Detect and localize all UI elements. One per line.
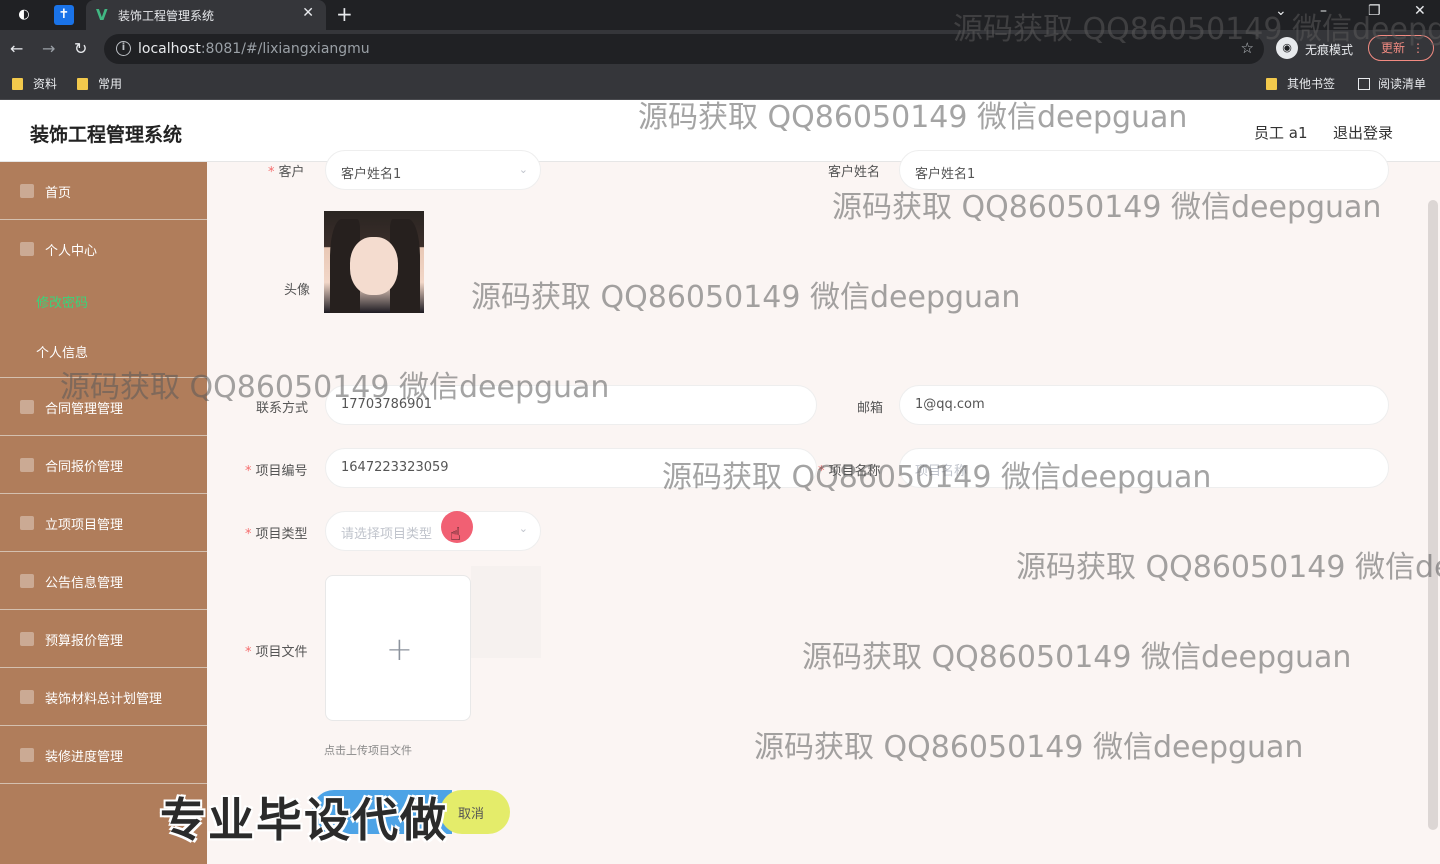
url-text: localhost:8081/#/lixiangxiangmu [138, 41, 370, 57]
budget-icon [20, 632, 34, 646]
browser-tab-bar: ◐ ✝ V 装饰工程管理系统 ✕ + ⌄ – ❐ ✕ [0, 0, 1440, 30]
progress-icon [20, 748, 34, 762]
chevron-down-icon: ⌄ [518, 163, 528, 176]
notice-icon [20, 574, 34, 588]
customer-select[interactable]: 客户姓名1 ⌄ [325, 150, 541, 190]
upload-shadow [471, 566, 541, 658]
sidebar-item-contract-quote[interactable]: 合同报价管理 [0, 436, 207, 494]
customer-name-field[interactable]: 客户姓名1 [899, 150, 1389, 190]
sidebar-item-label: 合同管理管理 [45, 402, 124, 417]
sidebar-item-notice[interactable]: 公告信息管理 [0, 552, 207, 610]
new-tab-icon[interactable]: + [336, 2, 353, 26]
sidebar-item-project[interactable]: 立项项目管理 [0, 494, 207, 552]
project-no-label: * 项目编号 [245, 464, 308, 479]
back-icon[interactable]: ← [10, 39, 23, 58]
contact-label: 联系方式 [256, 401, 309, 416]
other-bookmarks[interactable]: 其他书签 [1266, 75, 1335, 92]
url-field[interactable]: i localhost:8081/#/lixiangxiangmu ☆ [104, 34, 1264, 64]
current-user: 员工 a1 [1254, 124, 1308, 142]
sidebar-subitem-change-password[interactable]: 修改密码 [36, 292, 88, 311]
home-icon [20, 184, 34, 198]
sidebar-item-contract[interactable]: 合同管理管理 [0, 378, 207, 436]
browser-profile-icon[interactable]: ◐ [14, 5, 34, 25]
avatar [324, 211, 424, 313]
tab-title: 装饰工程管理系统 [118, 9, 215, 23]
menu-dots-icon: ⋮ [1412, 41, 1424, 55]
hand-cursor-icon: ☝ [450, 524, 461, 545]
address-bar: ← → ↻ i localhost:8081/#/lixiangxiangmu … [0, 30, 1440, 68]
project-no-field[interactable]: 1647223323059 [325, 448, 817, 488]
project-type-select[interactable]: 请选择项目类型 ⌄ [325, 511, 541, 551]
contact-field[interactable]: 17703786901 [325, 385, 817, 425]
email-label: 邮箱 [857, 401, 884, 416]
plus-icon: + [386, 630, 413, 668]
upload-tip: 点击上传项目文件 [324, 744, 412, 757]
site-info-icon[interactable]: i [116, 41, 131, 56]
bookmark-star-icon[interactable]: ☆ [1241, 39, 1254, 57]
sidebar-item-personal-center[interactable]: 个人中心 修改密码 个人信息 [0, 220, 207, 378]
sidebar-item-label: 立项项目管理 [45, 518, 124, 533]
customer-name-label: 客户姓名 [828, 165, 881, 180]
active-tab[interactable]: V 装饰工程管理系统 ✕ [86, 0, 326, 30]
logout-button[interactable]: 退出登录 [1333, 122, 1393, 143]
sidebar-item-label: 装饰材料总计划管理 [45, 692, 163, 707]
project-name-label: * 项目名称 [818, 464, 881, 479]
sidebar-item-progress[interactable]: 装修进度管理 [0, 726, 207, 784]
reload-icon[interactable]: ↻ [74, 39, 87, 58]
sidebar-item-label: 首页 [45, 186, 72, 201]
sidebar-item-budget[interactable]: 预算报价管理 [0, 610, 207, 668]
email-field[interactable]: 1@qq.com [899, 385, 1389, 425]
sidebar-subitem-profile[interactable]: 个人信息 [36, 342, 88, 361]
promo-banner: 专业毕设代做 [160, 793, 448, 847]
project-type-label: * 项目类型 [245, 527, 308, 542]
sidebar-item-label: 合同报价管理 [45, 460, 124, 475]
update-button[interactable]: 更新 ⋮ [1368, 35, 1434, 61]
sidebar-item-label: 装修进度管理 [45, 750, 124, 765]
cancel-button[interactable]: 取消 [440, 790, 510, 834]
app-title: 装饰工程管理系统 [30, 124, 183, 146]
folder-icon [1266, 78, 1277, 90]
project-icon [20, 516, 34, 530]
pinned-tab-icon[interactable]: ✝ [54, 5, 74, 25]
bookmark-folder[interactable]: 常用 [77, 75, 122, 92]
reading-list[interactable]: 阅读清单 [1358, 75, 1426, 92]
sidebar-item-home[interactable]: 首页 [0, 162, 207, 220]
reading-list-icon [1358, 78, 1370, 90]
sidebar-item-label: 个人中心 [45, 244, 98, 259]
avatar-label: 头像 [284, 283, 311, 298]
user-icon [20, 242, 34, 256]
sidebar: 首页 个人中心 修改密码 个人信息 合同管理管理 合同报价管理 立项项目管理 公… [0, 162, 207, 864]
close-window-icon[interactable]: ✕ [1414, 3, 1426, 19]
bookmark-folder[interactable]: 资料 [12, 75, 57, 92]
minimize-icon[interactable]: – [1320, 3, 1327, 19]
project-name-field[interactable]: 项目名称 [899, 448, 1389, 488]
vue-logo-icon: V [96, 6, 108, 24]
forward-icon[interactable]: → [42, 39, 55, 58]
file-upload-box[interactable]: + [325, 575, 471, 721]
incognito-icon: ◉ [1276, 37, 1298, 59]
folder-icon [12, 78, 23, 90]
sidebar-item-label: 预算报价管理 [45, 634, 124, 649]
restore-icon[interactable]: ❐ [1368, 3, 1381, 19]
project-file-label: * 项目文件 [245, 645, 308, 660]
folder-icon [77, 78, 88, 90]
bookmarks-bar: 资料 常用 其他书签 阅读清单 [0, 68, 1440, 100]
customer-label: * 客户 [268, 165, 305, 180]
materials-icon [20, 690, 34, 704]
scrollbar[interactable] [1428, 200, 1438, 830]
contract-icon [20, 400, 34, 414]
chevron-down-icon: ⌄ [518, 522, 528, 535]
sidebar-item-label: 公告信息管理 [45, 576, 124, 591]
tab-search-icon[interactable]: ⌄ [1275, 3, 1287, 19]
sidebar-item-materials[interactable]: 装饰材料总计划管理 [0, 668, 207, 726]
quote-icon [20, 458, 34, 472]
tab-close-icon[interactable]: ✕ [302, 5, 314, 21]
incognito-label: 无痕模式 [1305, 43, 1354, 57]
